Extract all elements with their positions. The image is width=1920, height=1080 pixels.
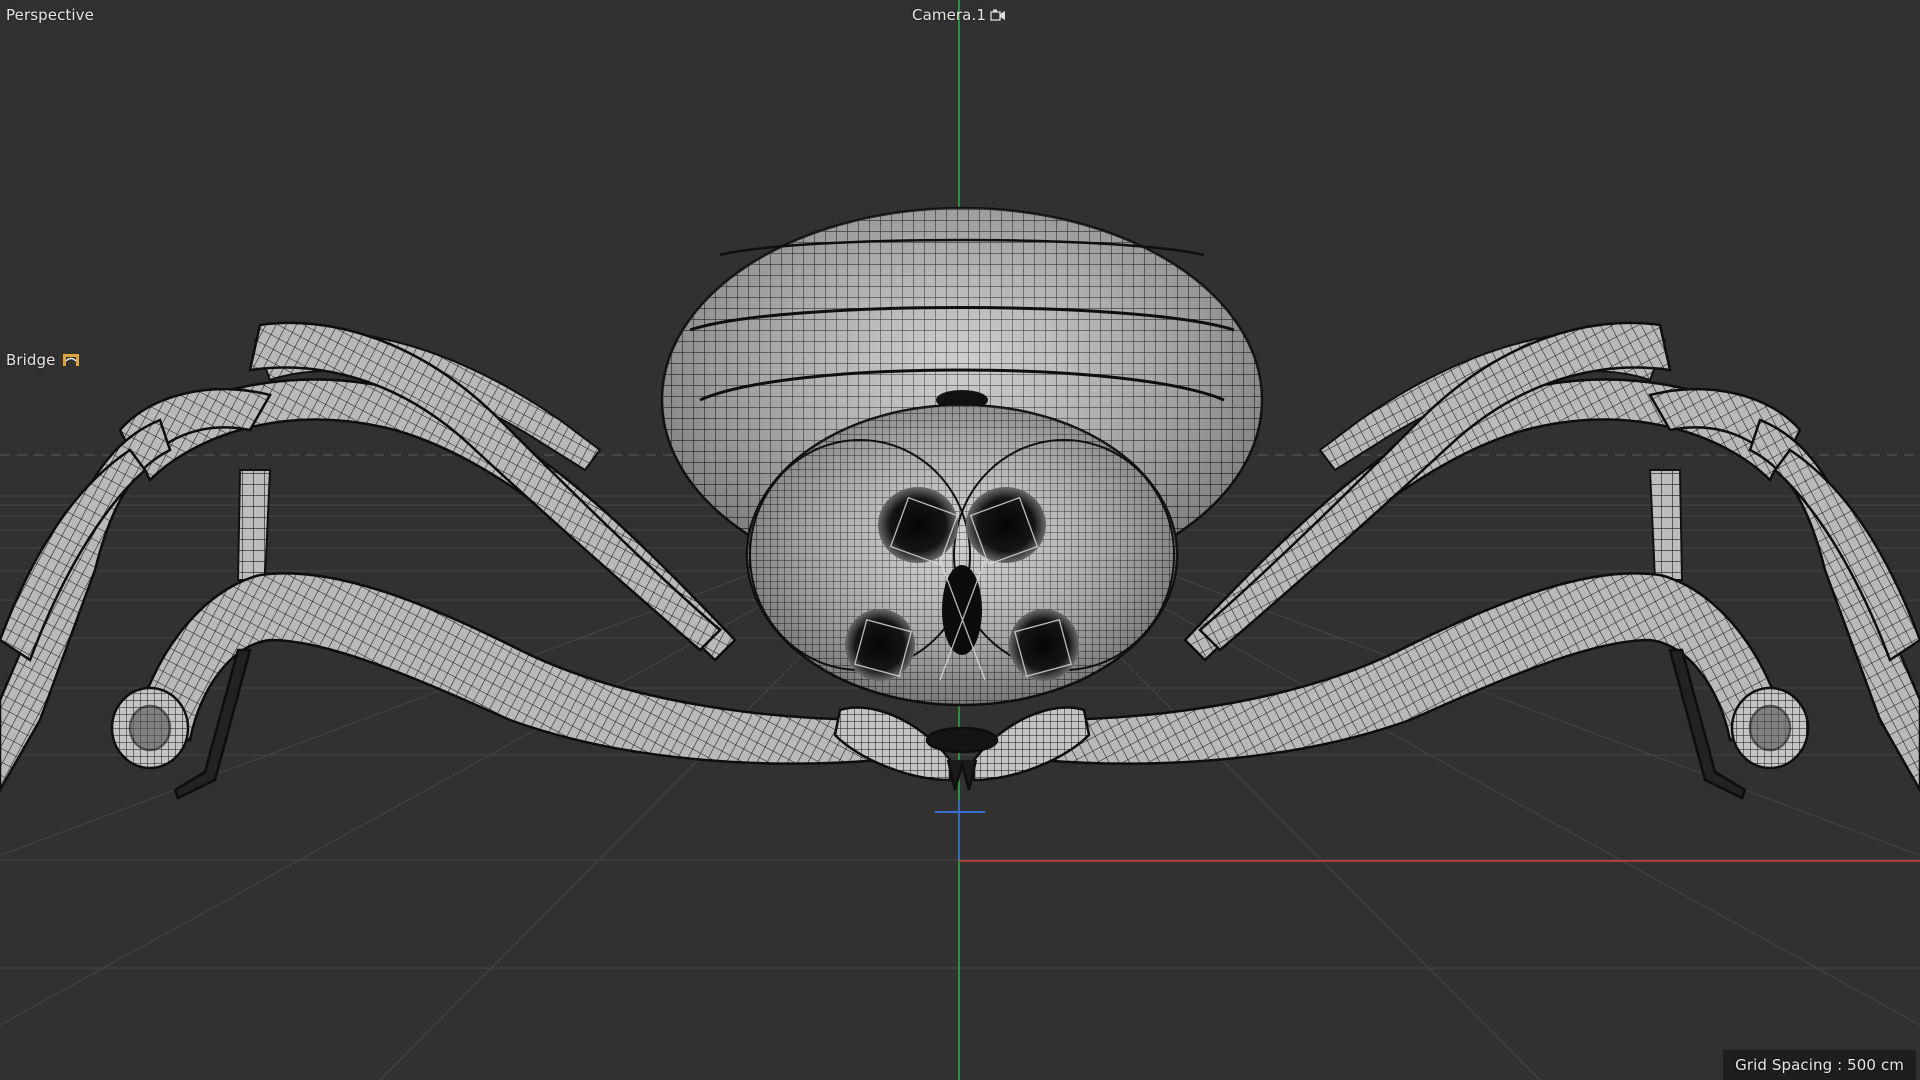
camera-name: Camera.1 [912,6,986,24]
grid-spacing-readout: Grid Spacing : 500 cm [1723,1050,1916,1080]
3d-viewport[interactable]: Perspective Camera.1 Bridge Grid Spacing… [0,0,1920,1080]
spider-head [745,403,1179,707]
bridge-icon [62,353,80,367]
bridge-tool-name: Bridge [6,351,56,369]
view-name-label[interactable]: Perspective [6,6,94,24]
camera-icon[interactable] [990,9,1006,22]
scene-canvas[interactable] [0,0,1920,1080]
bridge-tool-label[interactable]: Bridge [6,351,80,369]
spider-fangs [833,706,1091,791]
active-camera-label[interactable]: Camera.1 [912,6,1006,24]
